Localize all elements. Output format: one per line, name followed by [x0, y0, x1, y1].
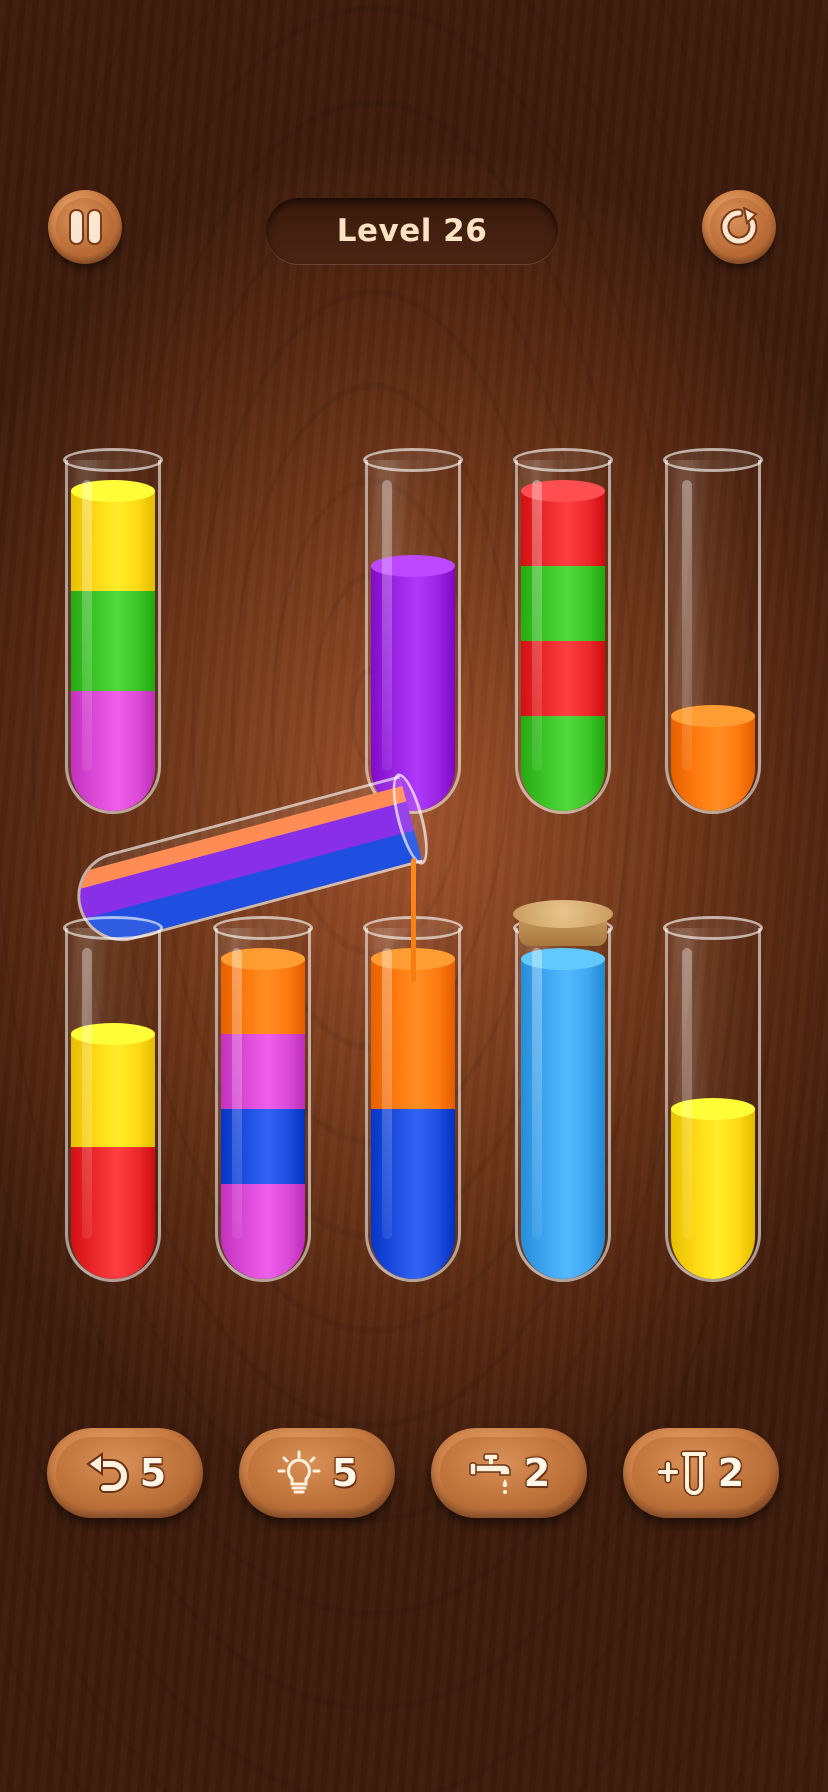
undo-count: 5 — [139, 1451, 167, 1495]
pour-stream — [411, 858, 416, 982]
tube-8[interactable] — [513, 916, 613, 1282]
add-tube-button[interactable]: 2 — [623, 1428, 779, 1518]
tube-6[interactable] — [213, 916, 313, 1282]
tube-9[interactable] — [663, 916, 763, 1282]
tube-4[interactable] — [663, 448, 763, 814]
faucet-count: 2 — [523, 1451, 551, 1495]
level-label: Level 26 — [336, 213, 488, 249]
undo-button[interactable]: 5 — [47, 1428, 203, 1518]
restart-icon — [720, 207, 758, 246]
pause-button[interactable] — [48, 190, 122, 264]
cork-stopper — [513, 900, 613, 946]
hint-button[interactable]: 5 — [239, 1428, 395, 1518]
lightbulb-icon — [276, 1450, 322, 1496]
add-tube-icon — [657, 1450, 708, 1496]
add-tube-count: 2 — [717, 1451, 745, 1495]
tube-3[interactable] — [513, 448, 613, 814]
tube-2[interactable] — [363, 448, 463, 814]
restart-button[interactable] — [702, 190, 776, 264]
tube-5[interactable] — [63, 916, 163, 1282]
faucet-button[interactable]: 2 — [431, 1428, 587, 1518]
hint-count: 5 — [331, 1451, 359, 1495]
undo-arrow-icon — [84, 1450, 130, 1496]
pause-icon — [70, 211, 100, 243]
tube-1[interactable] — [63, 448, 163, 814]
faucet-icon — [468, 1450, 514, 1496]
level-indicator: Level 26 — [266, 198, 558, 264]
